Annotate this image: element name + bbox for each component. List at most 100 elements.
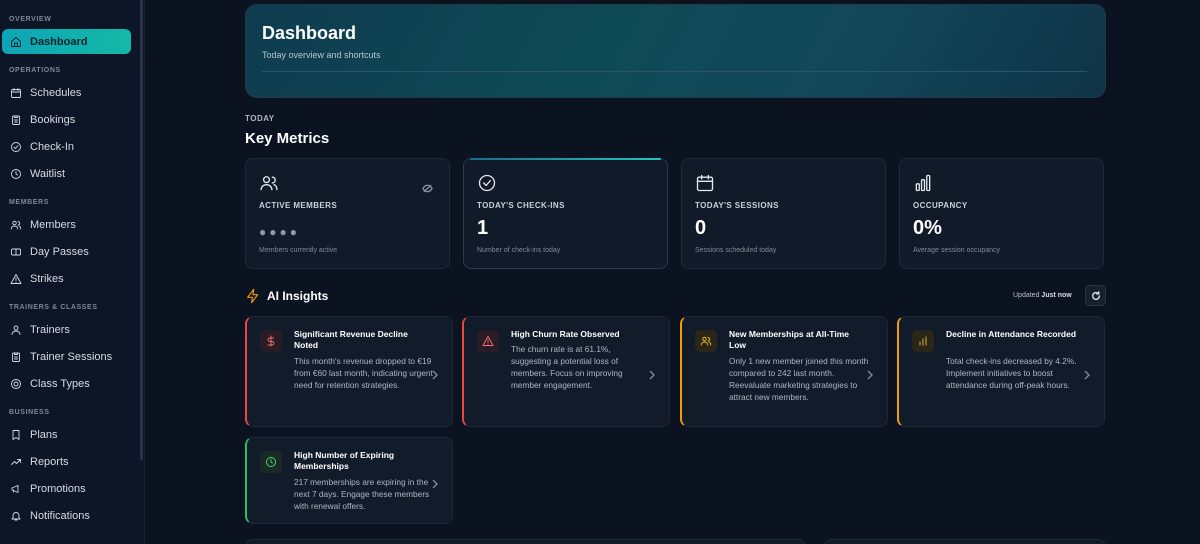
- main-content: Dashboard Today overview and shortcuts T…: [145, 0, 1200, 544]
- updated-prefix: Updated: [1013, 292, 1042, 299]
- insight-card-churn-rate[interactable]: High Churn Rate Observed The churn rate …: [462, 316, 670, 427]
- page-subtitle: Today overview and shortcuts: [262, 50, 381, 60]
- sidebar-item-label: Waitlist: [30, 167, 66, 180]
- chevron-right-icon: [867, 367, 874, 380]
- clock-icon: [260, 451, 282, 473]
- bell-icon: [10, 510, 22, 522]
- chevron-right-icon: [649, 367, 656, 380]
- users-icon: [695, 330, 717, 352]
- sidebar-item-label: Members: [30, 218, 76, 231]
- metrics-eyebrow: TODAY: [245, 114, 275, 123]
- insight-body: This month's revenue dropped to €19 from…: [294, 356, 433, 390]
- metric-value: 0%: [913, 217, 942, 239]
- metric-value: 1: [477, 217, 489, 239]
- metric-card-active-members: ACTIVE MEMBERS ●●●● Members currently ac…: [245, 158, 450, 269]
- metric-label: TODAY'S CHECK-INS: [477, 201, 565, 210]
- users-icon: [259, 173, 279, 193]
- metric-value-hidden: ●●●●: [259, 225, 300, 239]
- sidebar-item-label: Day Passes: [30, 245, 89, 258]
- insight-title: High Churn Rate Observed: [511, 329, 620, 339]
- chevron-right-icon: [432, 476, 439, 489]
- home-icon: [10, 36, 22, 48]
- insight-title: New Memberships at All-Time Low: [729, 329, 849, 350]
- sidebar-item-plans[interactable]: Plans: [2, 422, 131, 447]
- sidebar-item-label: Notifications: [30, 509, 90, 522]
- sidebar-item-label: Strikes: [30, 272, 64, 285]
- metric-value: 0: [695, 217, 707, 239]
- ticket-icon: [10, 246, 22, 258]
- sidebar-item-label: Class Types: [30, 377, 90, 390]
- sidebar-section-overview: OVERVIEW: [9, 16, 52, 23]
- check-circle-icon: [477, 173, 497, 193]
- sidebar-item-dashboard[interactable]: Dashboard: [2, 29, 131, 54]
- sidebar-section-business: BUSINESS: [9, 409, 50, 416]
- sidebar-item-day-passes[interactable]: Day Passes: [2, 239, 131, 264]
- sidebar-item-trainers[interactable]: Trainers: [2, 317, 131, 342]
- page-title: Dashboard: [262, 23, 357, 43]
- metric-help: Sessions scheduled today: [695, 247, 777, 254]
- insight-title: Decline in Attendance Recorded: [946, 329, 1077, 339]
- sidebar-section-members: MEMBERS: [9, 199, 49, 206]
- calendar-icon: [695, 173, 715, 193]
- target-icon: [10, 378, 22, 390]
- updated-value: Just now: [1041, 292, 1072, 299]
- panel-card: [245, 539, 806, 544]
- sidebar-item-label: Plans: [30, 428, 58, 441]
- insight-title: Significant Revenue Decline Noted: [294, 329, 408, 350]
- refresh-button[interactable]: [1085, 285, 1106, 306]
- sidebar-scrollbar[interactable]: [140, 0, 143, 460]
- sidebar-item-class-types[interactable]: Class Types: [2, 371, 131, 396]
- panel-card: [824, 539, 1106, 544]
- insight-title: High Number of Expiring Memberships: [294, 450, 395, 471]
- clock-icon: [10, 168, 22, 180]
- metric-card-sessions: TODAY'S SESSIONS 0 Sessions scheduled to…: [681, 158, 886, 269]
- sidebar-item-label: Schedules: [30, 86, 82, 99]
- sidebar-item-strikes[interactable]: Strikes: [2, 266, 131, 291]
- metric-help: Average session occupancy: [913, 247, 1001, 254]
- bar-chart-icon: [913, 173, 933, 193]
- updated-status: Updated Just now: [1013, 292, 1072, 299]
- page-header: Dashboard Today overview and shortcuts: [245, 4, 1106, 98]
- sidebar: OVERVIEW Dashboard OPERATIONS Schedules …: [0, 0, 145, 544]
- sidebar-item-bookings[interactable]: Bookings: [2, 107, 131, 132]
- sidebar-item-reports[interactable]: Reports: [2, 449, 131, 474]
- metric-card-occupancy: OCCUPANCY 0% Average session occupancy: [899, 158, 1104, 269]
- calendar-icon: [10, 87, 22, 99]
- sidebar-item-check-in[interactable]: Check-In: [2, 134, 131, 159]
- ai-insights-title: AI Insights: [245, 288, 328, 304]
- dollar-icon: [260, 330, 282, 352]
- insight-body: The churn rate is at 61.1%, suggesting a…: [511, 344, 623, 390]
- insight-card-attendance-decline[interactable]: Decline in Attendance Recorded Total che…: [897, 316, 1105, 427]
- clipboard-icon: [10, 114, 22, 126]
- insight-card-new-memberships[interactable]: New Memberships at All-Time Low Only 1 n…: [680, 316, 888, 427]
- metric-label: ACTIVE MEMBERS: [259, 201, 338, 210]
- ai-insights-title-text: AI Insights: [267, 289, 329, 303]
- warning-icon: [477, 330, 499, 352]
- sidebar-item-label: Check-In: [30, 140, 75, 153]
- users-icon: [10, 219, 22, 231]
- chevron-right-icon: [432, 367, 439, 380]
- sidebar-item-label: Dashboard: [30, 35, 88, 48]
- sidebar-item-members[interactable]: Members: [2, 212, 131, 237]
- eye-off-icon[interactable]: [422, 180, 433, 193]
- sidebar-item-label: Reports: [30, 455, 69, 468]
- sidebar-section-trainers: TRAINERS & CLASSES: [9, 304, 98, 311]
- chevron-right-icon: [1084, 367, 1091, 380]
- sidebar-item-waitlist[interactable]: Waitlist: [2, 161, 131, 186]
- sidebar-item-label: Trainer Sessions: [30, 350, 113, 363]
- check-circle-icon: [10, 141, 22, 153]
- sidebar-item-notifications[interactable]: Notifications: [2, 503, 131, 528]
- megaphone-icon: [10, 483, 22, 495]
- metric-label: OCCUPANCY: [913, 201, 968, 210]
- sidebar-item-trainer-sessions[interactable]: Trainer Sessions: [2, 344, 131, 369]
- trend-icon: [10, 456, 22, 468]
- sidebar-item-label: Trainers: [30, 323, 70, 336]
- sidebar-item-promotions[interactable]: Promotions: [2, 476, 131, 501]
- user-icon: [10, 324, 22, 336]
- insight-card-revenue-decline[interactable]: Significant Revenue Decline Noted This m…: [245, 316, 453, 427]
- sidebar-item-label: Promotions: [30, 482, 86, 495]
- sidebar-item-schedules[interactable]: Schedules: [2, 80, 131, 105]
- bookmark-icon: [10, 429, 22, 441]
- metric-help: Number of check-ins today: [477, 247, 561, 254]
- insight-card-expiring-memberships[interactable]: High Number of Expiring Memberships 217 …: [245, 437, 453, 524]
